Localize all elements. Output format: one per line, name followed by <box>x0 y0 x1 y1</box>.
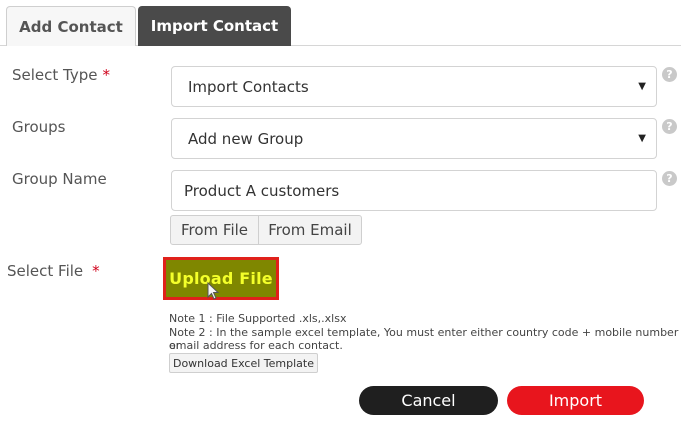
groups-dropdown[interactable]: Add new Group ▼ <box>171 118 657 159</box>
note-file-supported: Note 1 : File Supported .xls,.xlsx <box>169 312 347 325</box>
help-icon[interactable]: ? <box>662 119 677 134</box>
import-button[interactable]: Import <box>507 386 644 415</box>
cancel-button[interactable]: Cancel <box>359 386 498 415</box>
mouse-pointer-icon <box>207 282 220 300</box>
from-email-button[interactable]: From Email <box>258 215 362 245</box>
select-type-label: Select Type * <box>12 66 110 84</box>
from-file-button[interactable]: From File <box>170 215 259 245</box>
upload-file-label: Upload File <box>169 269 273 288</box>
select-type-value: Import Contacts <box>188 77 309 96</box>
required-mark: * <box>92 262 100 280</box>
chevron-down-icon: ▼ <box>638 133 646 144</box>
group-name-value: Product A customers <box>184 181 340 200</box>
required-mark: * <box>102 66 111 84</box>
tab-add-contact[interactable]: Add Contact <box>6 6 136 46</box>
group-name-label: Group Name <box>12 170 107 188</box>
select-type-label-text: Select Type <box>12 66 98 84</box>
download-excel-template-button[interactable]: Download Excel Template <box>169 353 318 373</box>
help-icon[interactable]: ? <box>662 67 677 82</box>
note-template-line2: email address for each contact. <box>169 339 343 352</box>
select-file-label: Select File * <box>7 262 100 280</box>
select-file-label-text: Select File <box>7 262 84 280</box>
help-icon[interactable]: ? <box>662 171 677 186</box>
group-name-input[interactable]: Product A customers <box>171 170 657 211</box>
chevron-down-icon: ▼ <box>638 81 646 92</box>
select-type-dropdown[interactable]: Import Contacts ▼ <box>171 66 657 107</box>
tab-bar: Add Contact Import Contact <box>0 0 681 46</box>
groups-value: Add new Group <box>188 129 304 148</box>
tab-import-contact[interactable]: Import Contact <box>138 6 291 46</box>
upload-file-button[interactable]: Upload File <box>163 257 279 300</box>
groups-label: Groups <box>12 118 66 136</box>
